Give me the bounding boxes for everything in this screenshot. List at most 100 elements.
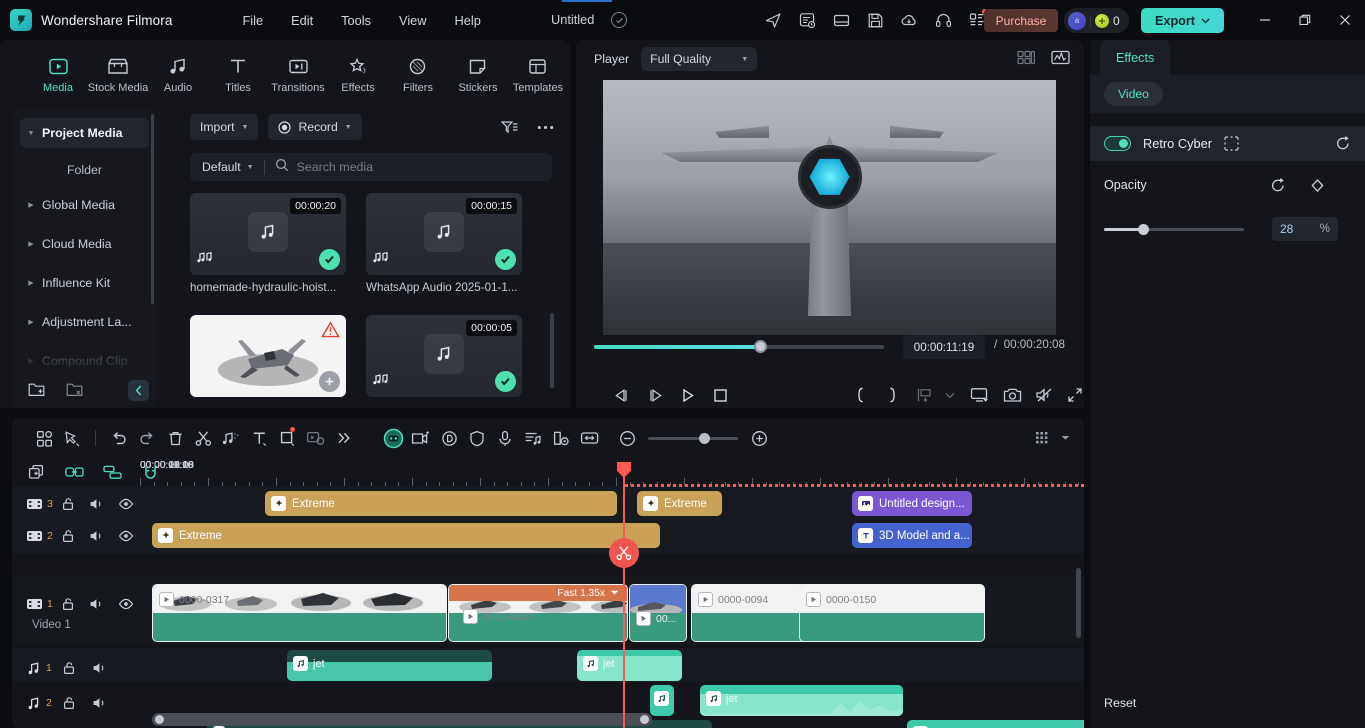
category-stock-media[interactable]: Stock Media	[88, 51, 148, 94]
mute-icon[interactable]	[82, 497, 111, 511]
media-scrollbar[interactable]	[550, 313, 554, 388]
timeline-clip[interactable]: Untitled design...	[852, 491, 972, 516]
close-button[interactable]	[1325, 6, 1365, 34]
timeline-clip[interactable]: 0000-0317	[152, 584, 447, 642]
more-options-icon[interactable]	[534, 117, 556, 137]
eye-icon[interactable]	[111, 598, 140, 610]
chip-video[interactable]: Video	[1104, 82, 1163, 106]
text-icon[interactable]	[245, 424, 273, 452]
timeline-ruler[interactable]: 00:00:00 00:00:01:16 00:00:03:08 00:00:0…	[140, 458, 1084, 486]
delete-folder-icon[interactable]	[66, 381, 84, 402]
mark-out-icon[interactable]	[879, 383, 905, 407]
restore-button[interactable]	[1285, 6, 1325, 34]
menu-tools[interactable]: Tools	[329, 8, 383, 33]
saved-check-icon[interactable]	[611, 12, 627, 28]
opacity-slider-knob[interactable]	[1138, 223, 1150, 235]
lock-icon[interactable]	[53, 529, 82, 543]
redo-icon[interactable]	[133, 424, 161, 452]
timeline-clip[interactable]: 3D Model and a...	[852, 523, 972, 548]
lock-icon[interactable]	[54, 661, 84, 675]
timeline-clip[interactable]: Extreme	[152, 523, 660, 548]
category-templates[interactable]: Templates	[510, 51, 566, 94]
group-icon[interactable]	[102, 462, 122, 482]
add-to-timeline-icon[interactable]	[319, 371, 340, 392]
mute-icon[interactable]	[82, 529, 111, 543]
fullscreen-icon[interactable]	[1062, 383, 1088, 407]
save-icon[interactable]	[862, 8, 888, 32]
audio-detach-icon[interactable]	[217, 424, 245, 452]
select-tool-icon[interactable]	[58, 424, 86, 452]
scroll-handle-right[interactable]	[640, 715, 649, 724]
shield-icon[interactable]	[463, 424, 491, 452]
category-audio[interactable]: Audio	[150, 51, 206, 94]
timeline-clip[interactable]: Extreme	[637, 491, 722, 516]
undo-icon[interactable]	[105, 424, 133, 452]
sidebar-item-project-media[interactable]: ▼ Project Media	[20, 118, 149, 148]
timeline-clip[interactable]: 0000-0094	[691, 584, 813, 642]
split-badge[interactable]	[609, 538, 639, 568]
mask-icon[interactable]	[1224, 136, 1239, 151]
headset-icon[interactable]	[930, 8, 956, 32]
import-button[interactable]: Import ▼	[190, 114, 259, 140]
media-item[interactable]: 00:00:15 WhatsApp Audio 2025-01-1...	[366, 193, 522, 294]
reset-button[interactable]: Reset	[1104, 696, 1136, 710]
speed-badge[interactable]: Fast 1.35x	[449, 585, 627, 601]
mute-icon[interactable]	[82, 597, 111, 611]
next-frame-icon[interactable]	[642, 383, 668, 407]
menu-edit[interactable]: Edit	[279, 8, 325, 33]
tasks-icon[interactable]	[794, 8, 820, 32]
tab-effects[interactable]: Effects	[1100, 40, 1171, 75]
document-title[interactable]: Untitled	[551, 12, 594, 27]
effect-reset-icon[interactable]	[1335, 136, 1351, 151]
ai-video-icon[interactable]	[407, 424, 435, 452]
lock-icon[interactable]	[54, 696, 84, 710]
search-input[interactable]	[288, 160, 552, 174]
minimize-button[interactable]	[1245, 6, 1285, 34]
purchase-button[interactable]: Purchase	[984, 9, 1058, 32]
timeline-clip[interactable]: jet	[907, 720, 1084, 728]
category-media[interactable]: Media	[30, 51, 86, 94]
mute-icon[interactable]	[84, 661, 114, 675]
play-icon[interactable]	[675, 383, 701, 407]
sidebar-item-adjustment-layer[interactable]: ▶ Adjustment La...	[20, 307, 149, 337]
grid-view-icon[interactable]	[1017, 49, 1036, 71]
category-titles[interactable]: Titles	[210, 51, 266, 94]
mask-icon[interactable]	[301, 424, 329, 452]
keyframe-diamond-icon[interactable]	[1310, 178, 1325, 193]
zoom-slider-knob[interactable]	[698, 432, 710, 444]
timeline-clip[interactable]: jet	[700, 685, 903, 716]
filter-icon[interactable]	[498, 117, 520, 137]
menu-view[interactable]: View	[387, 8, 439, 33]
timeline-clip[interactable]: Extreme	[265, 491, 617, 516]
media-item[interactable]: 00:00:05	[366, 315, 522, 397]
current-time[interactable]: 00:00:11:19	[903, 335, 985, 359]
add-marker-icon[interactable]	[911, 383, 937, 407]
media-item[interactable]	[190, 315, 346, 403]
sidebar-item-compound-clip[interactable]: ▶ Compound Clip	[20, 346, 149, 376]
timeline-clip[interactable]: jet	[577, 650, 682, 681]
category-filters[interactable]: Filters	[390, 51, 446, 94]
new-folder-icon[interactable]	[28, 381, 46, 402]
sidebar-folder-label[interactable]: Folder	[12, 157, 157, 183]
export-button[interactable]: Export	[1141, 8, 1224, 33]
cloud-download-icon[interactable]	[896, 8, 922, 32]
effect-toggle[interactable]	[1104, 136, 1131, 151]
mark-in-icon[interactable]	[847, 383, 873, 407]
motion-track-icon[interactable]	[547, 424, 575, 452]
marker-dropdown-icon[interactable]	[937, 383, 963, 407]
layout-icon[interactable]	[828, 8, 854, 32]
more-tools-icon[interactable]	[329, 424, 357, 452]
timeline-clip[interactable]: 0000-0150	[799, 584, 985, 642]
quality-select[interactable]: Full Quality ▼	[641, 47, 758, 71]
view-dropdown-icon[interactable]	[1056, 424, 1074, 452]
sort-select[interactable]: Default ▼	[190, 160, 254, 174]
lock-icon[interactable]	[53, 497, 82, 511]
beat-detect-icon[interactable]	[519, 424, 547, 452]
timeline-clip[interactable]	[650, 685, 674, 716]
collapse-panel-button[interactable]	[128, 380, 149, 401]
credits-badge[interactable]: a 0	[1064, 8, 1129, 33]
fit-icon[interactable]	[575, 424, 603, 452]
templates-grid-icon[interactable]	[30, 424, 58, 452]
ai-avatar-icon[interactable]	[379, 424, 407, 452]
sidebar-item-influence-kit[interactable]: ▶ Influence Kit	[20, 268, 149, 298]
